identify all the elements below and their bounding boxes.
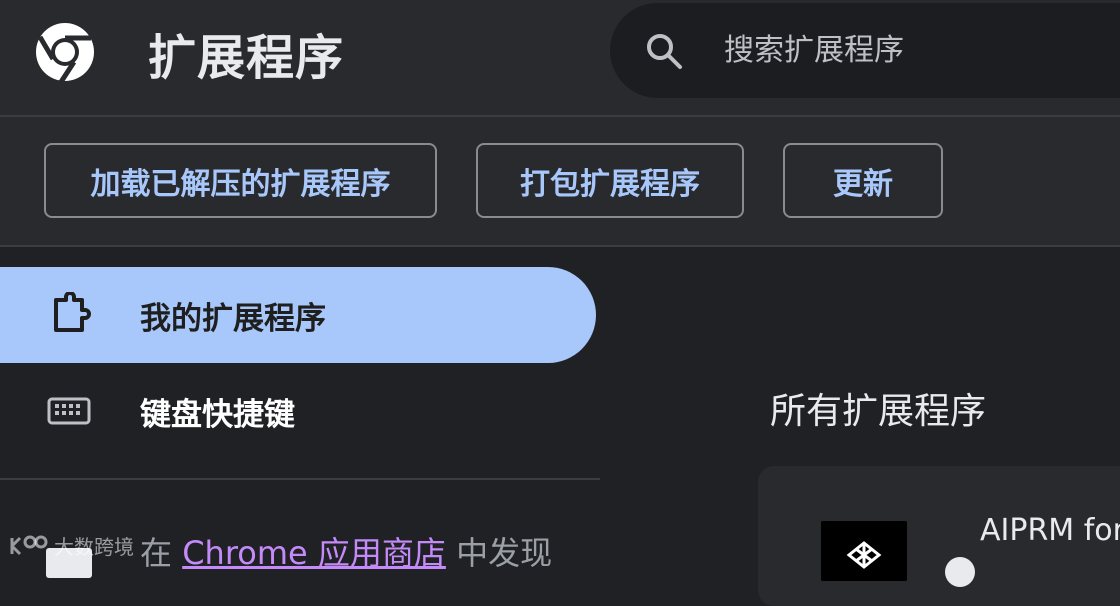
load-unpacked-button[interactable]: 加载已解压的扩展程序 — [44, 143, 437, 218]
sidebar-item-keyboard-shortcuts[interactable]: 键盘快捷键 — [0, 363, 596, 459]
sidebar-item-label: 我的扩展程序 — [140, 300, 326, 337]
keyboard-icon — [47, 397, 91, 425]
page-title: 扩展程序 — [148, 30, 345, 86]
watermark-text: 大数跨境 — [54, 534, 134, 559]
extension-toggle[interactable] — [945, 557, 975, 587]
header: 扩展程序 — [0, 0, 1120, 117]
web-store-promo: 在 Chrome 应用商店 中发现 — [140, 528, 552, 574]
watermark-logo-icon — [10, 535, 48, 556]
sidebar-divider — [0, 478, 600, 480]
sidebar-item-label: 键盘快捷键 — [140, 396, 295, 433]
extension-name: AIPRM for — [980, 513, 1120, 548]
chrome-logo-icon[interactable] — [33, 20, 97, 84]
search-input[interactable] — [722, 3, 1120, 98]
search-bar[interactable] — [610, 3, 1120, 98]
aiprm-logo-icon — [821, 521, 907, 581]
watermark: 大数跨境 — [8, 528, 134, 562]
search-icon — [647, 34, 682, 69]
all-extensions-heading: 所有扩展程序 — [770, 391, 987, 432]
pack-extension-button[interactable]: 打包扩展程序 — [476, 143, 744, 218]
chrome-web-store-link[interactable]: Chrome 应用商店 — [182, 534, 446, 572]
sidebar-item-my-extensions[interactable]: 我的扩展程序 — [0, 267, 596, 363]
store-prefix-text: 在 — [140, 534, 183, 572]
puzzle-icon — [54, 292, 91, 332]
developer-toolbar: 加载已解压的扩展程序 打包扩展程序 更新 — [0, 117, 1120, 247]
update-button[interactable]: 更新 — [783, 143, 943, 218]
store-suffix-text: 中发现 — [445, 534, 553, 572]
